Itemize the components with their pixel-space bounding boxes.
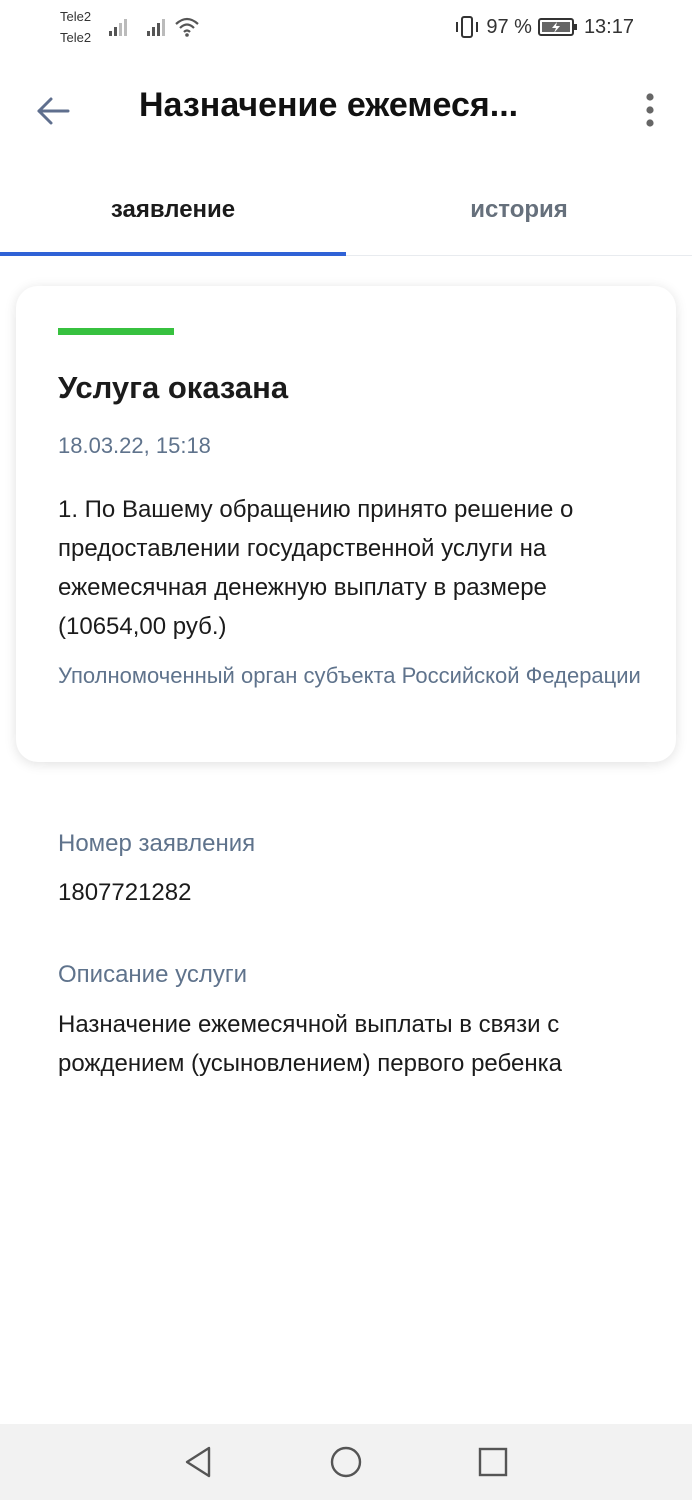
service-description-value: Назначение ежемесячной выплаты в связи с… [58, 1011, 562, 1077]
service-description-label: Описание услуги [58, 961, 247, 988]
status-date: 18.03.22, 15:18 [58, 433, 211, 458]
clock: 13:17 [583, 15, 634, 38]
vibrate-icon [456, 16, 479, 38]
app-bar: Назначение ежемеся... [0, 56, 692, 164]
status-bar: Tele2 Tele2 97 % 13:17 [0, 0, 692, 56]
carrier-label-1: Tele2 [60, 9, 92, 24]
status-right: 97 % 13:17 [454, 14, 634, 40]
arrow-left-icon [37, 97, 70, 125]
tab-history[interactable]: история [346, 164, 692, 256]
signal-icon [109, 19, 127, 36]
tab-active-indicator [0, 252, 346, 256]
status-color-bar [58, 328, 174, 335]
more-menu-button[interactable] [630, 82, 670, 138]
tab-application[interactable]: заявление [0, 164, 346, 256]
application-number-label: Номер заявления [58, 830, 256, 857]
carrier-label-2: Tele2 [60, 30, 92, 45]
nav-recents-button[interactable] [469, 1438, 517, 1486]
system-nav-bar [0, 1424, 692, 1500]
square-recents-icon [478, 1447, 508, 1477]
more-vertical-icon [646, 93, 654, 127]
application-number-value: 1807721282 [58, 879, 192, 906]
signal-icon [147, 19, 165, 36]
tab-bar: заявление история [0, 164, 692, 256]
status-card: Услуга оказана 18.03.22, 15:18 1. По Ваш… [16, 286, 676, 762]
nav-home-button[interactable] [322, 1438, 370, 1486]
page-title: Назначение ежемеся... [139, 86, 519, 124]
battery-icon [537, 18, 577, 36]
nav-back-button[interactable] [174, 1438, 222, 1486]
back-button[interactable] [26, 84, 80, 138]
status-organization: Уполномоченный орган субъекта Российской… [58, 663, 641, 688]
status-message: 1. По Вашему обращению принято решение о… [58, 496, 574, 640]
circle-home-icon [330, 1446, 362, 1478]
triangle-back-icon [185, 1446, 211, 1478]
battery-percent: 97 % [486, 15, 532, 38]
status-title: Услуга оказана [58, 370, 289, 405]
wifi-icon [175, 17, 199, 37]
